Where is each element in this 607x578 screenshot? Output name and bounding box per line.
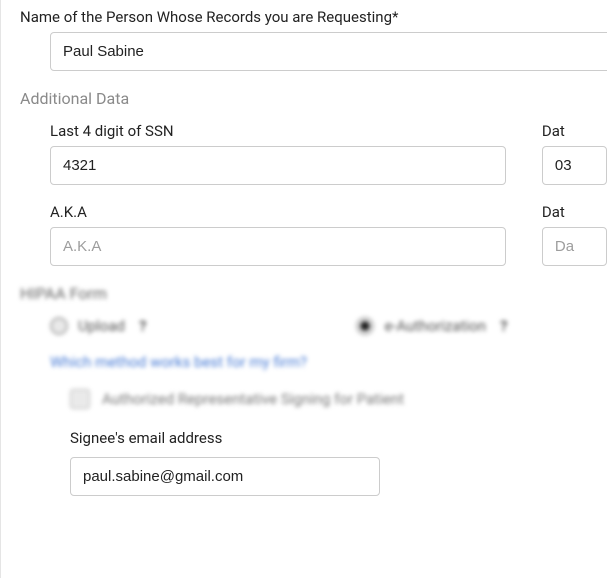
date1-input[interactable] xyxy=(542,146,607,185)
radio-icon-selected xyxy=(356,317,374,335)
aka-label: A.K.A xyxy=(50,203,506,221)
auth-rep-checkbox[interactable] xyxy=(70,389,90,409)
radio-eauth-label: e-Authorization xyxy=(384,317,486,335)
date2-input[interactable] xyxy=(542,227,607,266)
aka-input[interactable] xyxy=(50,227,506,266)
signee-input[interactable] xyxy=(70,457,380,496)
additional-data-heading: Additional Data xyxy=(20,89,607,108)
radio-upload-label: Upload xyxy=(78,317,125,335)
help-icon[interactable]: ? xyxy=(500,317,507,335)
radio-upload[interactable]: Upload ? xyxy=(50,317,146,335)
signee-label: Signee's email address xyxy=(70,429,607,447)
method-link[interactable]: Which method works best for my firm? xyxy=(50,353,607,371)
date2-label: Dat xyxy=(542,203,607,221)
help-icon[interactable]: ? xyxy=(139,317,146,335)
date1-label: Dat xyxy=(542,122,607,140)
radio-eauth[interactable]: e-Authorization ? xyxy=(356,317,507,335)
name-input[interactable] xyxy=(50,32,607,71)
auth-rep-label: Authorized Representative Signing for Pa… xyxy=(102,390,404,408)
ssn-label: Last 4 digit of SSN xyxy=(50,122,506,140)
hipaa-heading: HIPAA Form xyxy=(20,284,607,303)
radio-icon-unselected xyxy=(50,317,68,335)
name-label: Name of the Person Whose Records you are… xyxy=(20,8,607,26)
ssn-input[interactable] xyxy=(50,146,506,185)
